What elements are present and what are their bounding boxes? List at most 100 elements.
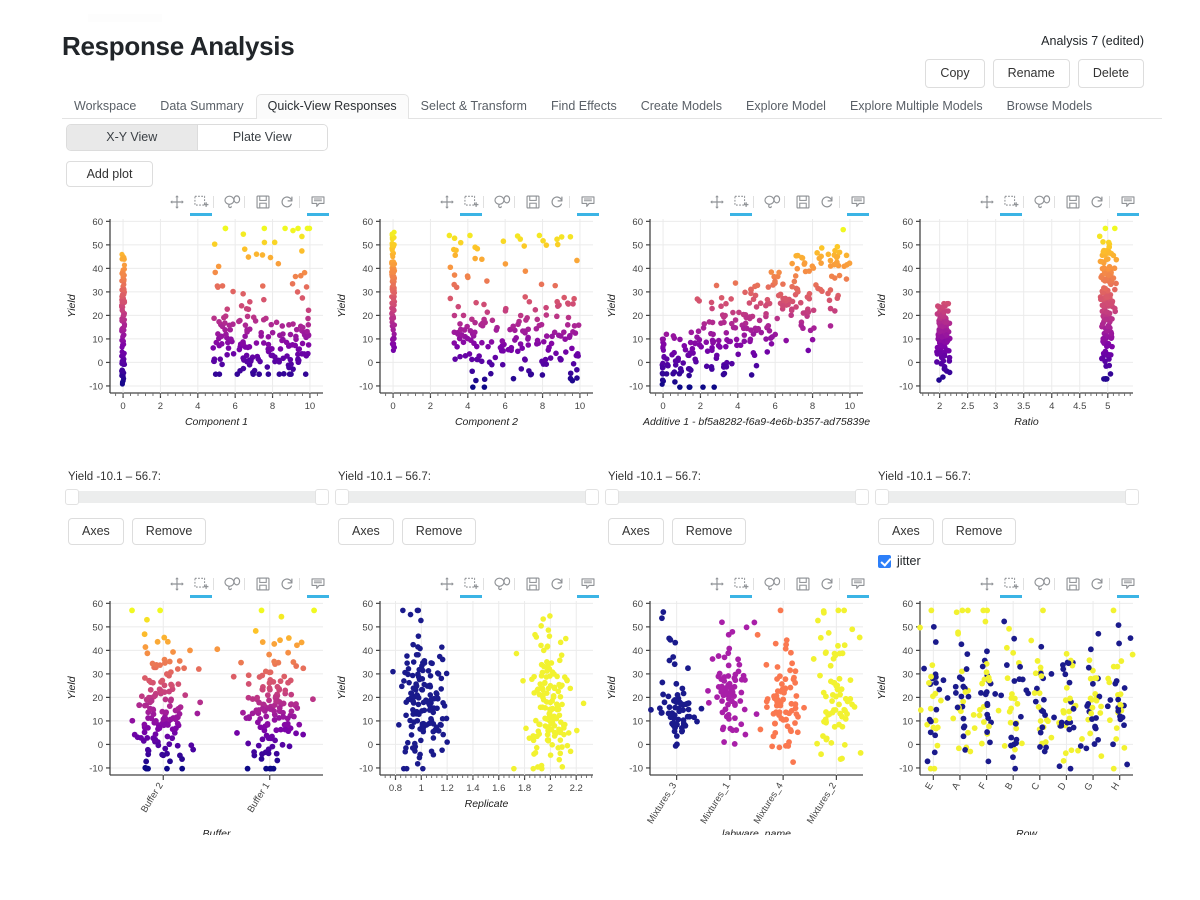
add-plot-button[interactable]: Add plot — [66, 161, 153, 187]
svg-text:40: 40 — [902, 646, 913, 657]
range-slider-max-handle[interactable] — [585, 489, 599, 505]
lasso-select-icon[interactable] — [490, 575, 514, 593]
reset-axes-icon[interactable] — [1085, 193, 1109, 211]
lasso-select-icon[interactable] — [490, 193, 514, 211]
save-icon[interactable] — [251, 575, 275, 593]
tab-select-transform[interactable]: Select & Transform — [409, 94, 539, 119]
yield-range-slider[interactable] — [875, 489, 1139, 505]
pan-icon[interactable] — [435, 575, 459, 593]
plot-canvas-buffer[interactable]: -10 0 10 20 30 40 50 60 Yield Buffer 2 Buffer 1 Buf… — [60, 593, 335, 835]
plot-canvas-additive-1[interactable]: -10 0 10 20 30 40 50 60 Yield 0 2 4 6 8 10 Additive 1 -… — [600, 211, 875, 453]
yield-range-slider[interactable] — [65, 489, 329, 505]
plate-view-toggle[interactable]: Plate View — [196, 125, 327, 150]
plot-canvas-component-2[interactable]: -10 0 10 20 30 40 50 60 Yield 0 2 4 6 8 10 Component 2 — [330, 211, 605, 453]
remove-plot-button[interactable]: Remove — [131, 518, 207, 545]
save-icon[interactable] — [521, 575, 545, 593]
tab-quick-view-responses[interactable]: Quick-View Responses — [255, 94, 409, 119]
plot-canvas-row[interactable]: -10 0 10 20 30 40 50 60 Yield E A F B C D G H Row — [870, 593, 1145, 835]
toolbar-separator — [784, 578, 791, 590]
tab-data-summary[interactable]: Data Summary — [148, 94, 255, 119]
xy-view-toggle[interactable]: X-Y View — [67, 125, 197, 150]
axes-button[interactable]: Axes — [68, 518, 124, 545]
hover-tooltip-icon[interactable] — [846, 575, 870, 598]
hover-tooltip-icon[interactable] — [306, 193, 330, 216]
range-slider-min-handle[interactable] — [875, 489, 889, 505]
hover-tooltip-icon[interactable] — [846, 193, 870, 216]
box-select-icon[interactable] — [189, 575, 213, 598]
box-select-icon[interactable] — [729, 193, 753, 216]
box-select-icon[interactable] — [999, 193, 1023, 216]
box-select-icon[interactable] — [999, 575, 1023, 598]
yield-range-slider[interactable] — [335, 489, 599, 505]
tab-workspace[interactable]: Workspace — [62, 94, 148, 119]
lasso-select-icon[interactable] — [1030, 193, 1054, 211]
plot-canvas-ratio[interactable]: -10 0 10 20 30 40 50 60 Yield 2 2.5 3 3.5 4 4.5 5 Ratio — [870, 211, 1145, 453]
range-slider-min-handle[interactable] — [335, 489, 349, 505]
lasso-select-icon[interactable] — [220, 575, 244, 593]
box-select-icon[interactable] — [189, 193, 213, 216]
range-slider-max-handle[interactable] — [315, 489, 329, 505]
lasso-select-icon[interactable] — [760, 193, 784, 211]
box-select-icon[interactable] — [729, 575, 753, 598]
axes-button[interactable]: Axes — [338, 518, 394, 545]
copy-button[interactable]: Copy — [925, 59, 985, 88]
tab-find-effects[interactable]: Find Effects — [539, 94, 629, 119]
hover-tooltip-icon[interactable] — [576, 575, 600, 598]
yield-range-slider[interactable] — [605, 489, 869, 505]
x-axis-title: labware_name — [722, 828, 791, 835]
hover-tooltip-icon[interactable] — [1116, 575, 1140, 598]
svg-text:30: 30 — [902, 287, 913, 298]
range-slider-max-handle[interactable] — [855, 489, 869, 505]
lasso-select-icon[interactable] — [1030, 575, 1054, 593]
plot-canvas-component-1[interactable]: -10 0 10 20 30 40 50 60 Yield 0 2 4 6 8 10 Component 1 — [60, 211, 335, 453]
plot-canvas-labware-name[interactable]: -10 0 10 20 30 40 50 60 Yield Mixtures_3 Mixtures_… — [600, 593, 875, 835]
pan-icon[interactable] — [975, 575, 999, 593]
reset-axes-icon[interactable] — [815, 193, 839, 211]
pan-icon[interactable] — [705, 193, 729, 211]
save-icon[interactable] — [1061, 193, 1085, 211]
save-icon[interactable] — [1061, 575, 1085, 593]
delete-button[interactable]: Delete — [1077, 59, 1144, 88]
remove-plot-button[interactable]: Remove — [671, 518, 747, 545]
pan-icon[interactable] — [705, 575, 729, 593]
pan-icon[interactable] — [435, 193, 459, 211]
reset-axes-icon[interactable] — [275, 193, 299, 211]
box-select-icon[interactable] — [459, 575, 483, 598]
box-select-icon[interactable] — [459, 193, 483, 216]
tab-explore-multiple-models[interactable]: Explore Multiple Models — [838, 94, 995, 119]
range-slider-min-handle[interactable] — [65, 489, 79, 505]
range-slider-min-handle[interactable] — [605, 489, 619, 505]
hover-tooltip-icon[interactable] — [306, 575, 330, 598]
save-icon[interactable] — [251, 193, 275, 211]
pan-icon[interactable] — [165, 575, 189, 593]
reset-axes-icon[interactable] — [275, 575, 299, 593]
axes-button[interactable]: Axes — [608, 518, 664, 545]
save-icon[interactable] — [791, 193, 815, 211]
svg-text:20: 20 — [92, 693, 103, 704]
tab-create-models[interactable]: Create Models — [629, 94, 734, 119]
svg-text:Yield: Yield — [336, 293, 348, 317]
range-slider-max-handle[interactable] — [1125, 489, 1139, 505]
remove-plot-button[interactable]: Remove — [401, 518, 477, 545]
pan-icon[interactable] — [165, 193, 189, 211]
reset-axes-icon[interactable] — [815, 575, 839, 593]
plot-canvas-replicate[interactable]: -10 0 10 20 30 40 50 60 Yield 0.8 1 1.2 1.4 1.6 1.8 2 2.… — [330, 593, 605, 835]
jitter-checkbox[interactable] — [878, 554, 891, 568]
lasso-select-icon[interactable] — [220, 193, 244, 211]
tab-browse-models[interactable]: Browse Models — [995, 94, 1104, 119]
reset-axes-icon[interactable] — [545, 193, 569, 211]
save-icon[interactable] — [521, 193, 545, 211]
lasso-select-icon[interactable] — [760, 575, 784, 593]
rename-button[interactable]: Rename — [992, 59, 1070, 88]
toolbar-separator — [1023, 578, 1030, 590]
reset-axes-icon[interactable] — [545, 575, 569, 593]
reset-axes-icon[interactable] — [1085, 575, 1109, 593]
axes-button[interactable]: Axes — [878, 518, 934, 545]
tab-explore-model[interactable]: Explore Model — [734, 94, 838, 119]
remove-plot-button[interactable]: Remove — [941, 518, 1017, 545]
pan-icon[interactable] — [975, 193, 999, 211]
save-icon[interactable] — [791, 575, 815, 593]
hover-tooltip-icon[interactable] — [576, 193, 600, 216]
svg-text:1.8: 1.8 — [518, 783, 531, 794]
hover-tooltip-icon[interactable] — [1116, 193, 1140, 216]
